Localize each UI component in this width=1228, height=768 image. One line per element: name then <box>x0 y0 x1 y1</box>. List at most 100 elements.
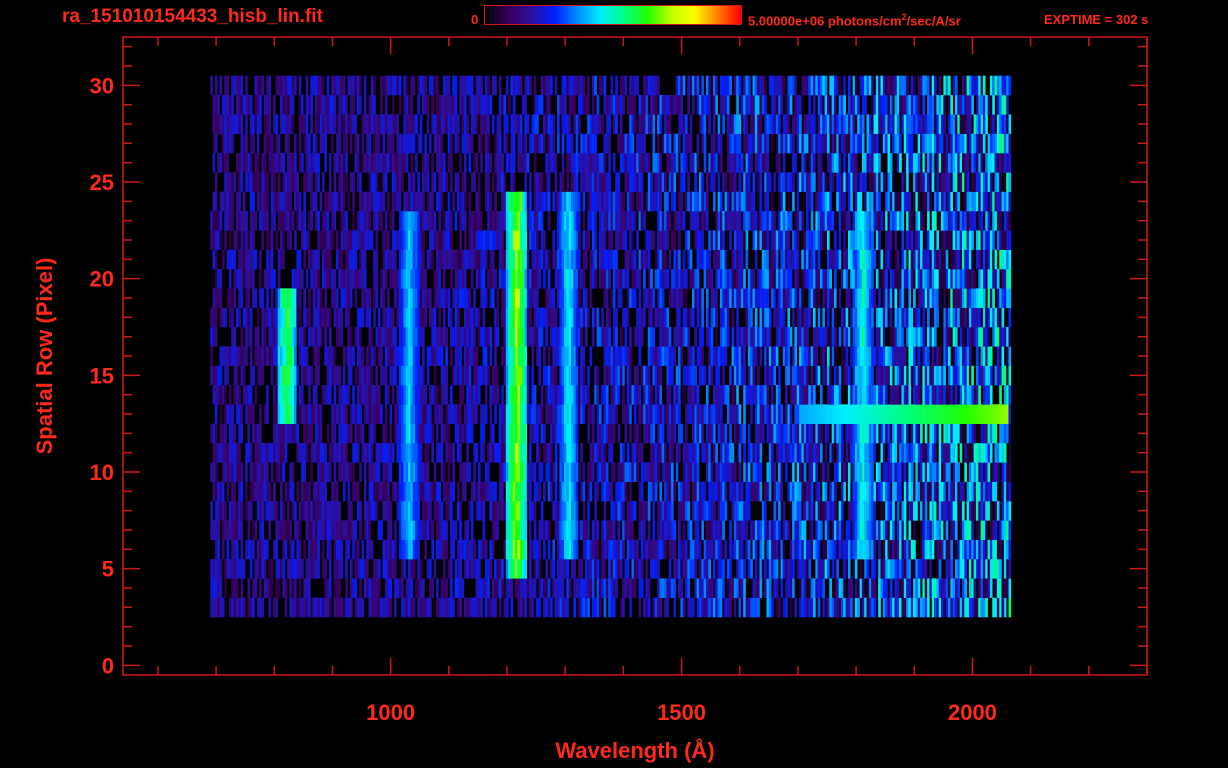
heatmap-cell <box>354 559 358 579</box>
heatmap-cell <box>338 559 341 579</box>
heatmap-cell <box>882 559 886 579</box>
heatmap-cell <box>645 404 649 424</box>
heatmap-cell <box>361 365 365 386</box>
heatmap-cell <box>803 269 807 289</box>
heatmap-cell <box>498 443 502 463</box>
heatmap-cell <box>980 404 984 424</box>
heatmap-cell <box>217 501 220 521</box>
heatmap-cell <box>389 462 393 482</box>
heatmap-cell <box>301 462 304 482</box>
heatmap-cell <box>996 501 1000 521</box>
heatmap-cell <box>961 481 965 502</box>
heatmap-cell <box>633 365 637 386</box>
heatmap-cell <box>822 327 825 347</box>
heatmap-cell <box>901 423 905 444</box>
heatmap-cell <box>610 578 614 598</box>
heatmap-cell <box>321 307 325 328</box>
heatmap-cell <box>461 578 465 598</box>
heatmap-cell <box>996 443 1000 463</box>
heatmap-cell <box>410 385 414 405</box>
heatmap-cell <box>789 597 793 618</box>
heatmap-cell <box>412 269 416 289</box>
heatmap-cell <box>210 559 213 579</box>
heatmap-cell <box>861 501 865 521</box>
heatmap-cell <box>212 462 216 482</box>
heatmap-cell <box>722 481 725 502</box>
heatmap-cell <box>859 559 863 579</box>
heatmap-cell <box>552 288 556 308</box>
heatmap-cell <box>794 269 798 289</box>
heatmap-cell <box>391 385 395 405</box>
heatmap-cell <box>934 423 937 444</box>
heatmap-cell <box>959 288 963 308</box>
heatmap-cell <box>864 443 867 463</box>
heatmap-cell <box>436 404 439 424</box>
heatmap-cell <box>796 481 800 502</box>
heatmap-cell <box>308 404 311 424</box>
heatmap-cell <box>263 443 267 463</box>
heatmap-cell <box>710 443 714 463</box>
heatmap-cell <box>445 404 448 424</box>
heatmap-cell <box>815 269 818 289</box>
heatmap-cell <box>571 288 574 308</box>
heatmap-cell <box>561 288 565 308</box>
heatmap-cell <box>754 462 758 482</box>
heatmap-cell <box>266 404 269 424</box>
heatmap-cell <box>391 539 395 560</box>
heatmap-cell <box>692 539 695 560</box>
heatmap-cell <box>301 365 304 386</box>
heatmap-cell <box>512 288 516 308</box>
heatmap-cell <box>489 597 493 618</box>
heatmap-cell <box>515 423 518 444</box>
heatmap-cell <box>496 307 500 328</box>
heatmap-cell <box>368 481 372 502</box>
heatmap-cell <box>650 481 653 502</box>
heatmap-cell <box>533 462 537 482</box>
heatmap-cell <box>692 559 695 579</box>
heatmap-cell <box>340 249 344 270</box>
heatmap-cell <box>349 327 353 347</box>
heatmap-cell <box>785 346 788 366</box>
heatmap-cell <box>412 462 416 482</box>
heatmap-cell <box>740 365 744 386</box>
heatmap-cell <box>1008 423 1012 444</box>
heatmap-cell <box>896 269 900 289</box>
heatmap-cell <box>792 385 795 405</box>
heatmap-cell <box>754 307 758 328</box>
heatmap-cell <box>619 269 623 289</box>
heatmap-cell <box>975 385 979 405</box>
heatmap-cell <box>210 307 213 328</box>
heatmap-cell <box>913 481 916 502</box>
heatmap-cell <box>489 501 493 521</box>
heatmap-cell <box>605 423 609 444</box>
heatmap-cell <box>515 578 518 598</box>
heatmap-cell <box>210 327 213 347</box>
heatmap-cell <box>980 501 984 521</box>
heatmap-cell <box>885 404 888 424</box>
heatmap-cell <box>254 559 258 579</box>
heatmap-cell <box>459 365 462 386</box>
heatmap-cell <box>989 443 993 463</box>
heatmap-cell <box>587 539 590 560</box>
heatmap-cell <box>840 520 844 540</box>
heatmap-cell <box>517 249 521 270</box>
heatmap-cell <box>477 481 481 502</box>
heatmap-cell <box>517 597 521 618</box>
heatmap-cell <box>843 462 846 482</box>
heatmap-cell <box>543 346 546 366</box>
heatmap-cell <box>459 520 462 540</box>
heatmap-cell <box>971 462 974 482</box>
heatmap-cell <box>575 423 579 444</box>
heatmap-cell <box>708 520 711 540</box>
heatmap-cell <box>398 307 402 328</box>
heatmap-cell <box>536 404 539 424</box>
heatmap-cell <box>887 559 891 579</box>
heatmap-cell <box>803 423 807 444</box>
heatmap-cell <box>824 327 828 347</box>
heatmap-cell <box>619 462 623 482</box>
heatmap-cell <box>878 404 881 424</box>
heatmap-cell <box>252 462 255 482</box>
heatmap-cell <box>952 307 956 328</box>
heatmap-cell <box>512 462 516 482</box>
heatmap-cell <box>943 462 946 482</box>
